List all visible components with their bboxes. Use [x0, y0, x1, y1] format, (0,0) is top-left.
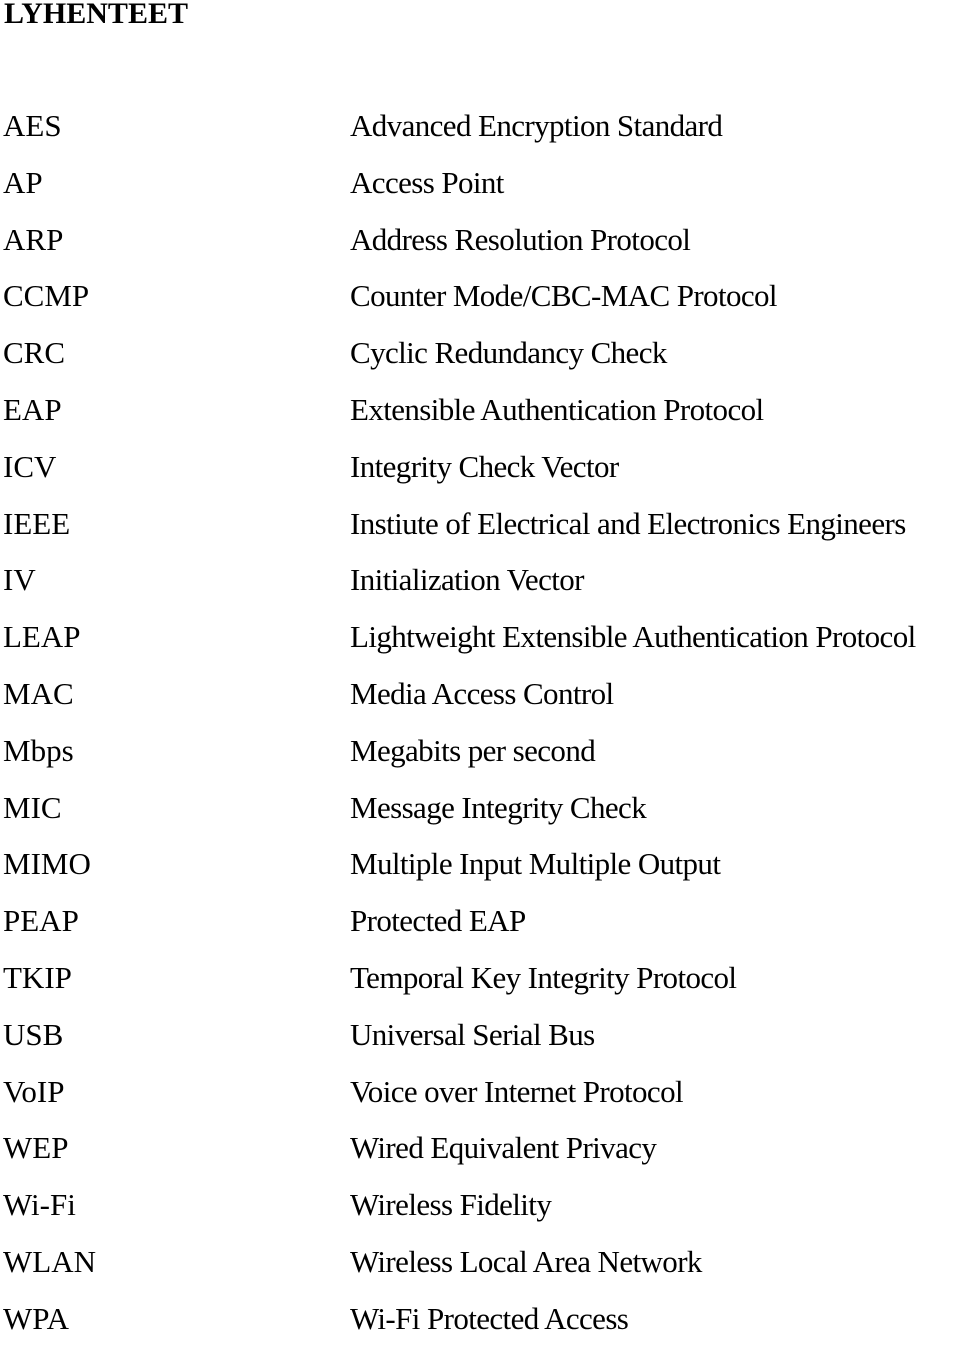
definition: Lightweight Extensible Authentication Pr…	[350, 619, 916, 655]
list-item: CCMP Counter Mode/CBC-MAC Protocol	[0, 276, 960, 333]
definition: Instiute of Electrical and Electronics E…	[350, 505, 906, 541]
list-item: ARP Address Resolution Protocol	[0, 220, 960, 277]
list-item: PEAP Protected EAP	[0, 901, 960, 958]
list-item: MIC Message Integrity Check	[0, 788, 960, 845]
definition: Extensible Authentication Protocol	[350, 391, 764, 427]
list-item: WPA Wi-Fi Protected Access	[0, 1299, 960, 1356]
definition: Protected EAP	[350, 903, 526, 939]
definition: Address Resolution Protocol	[350, 221, 691, 257]
list-item: IEEE Instiute of Electrical and Electroni…	[0, 504, 960, 561]
definition: Wireless Local Area Network	[350, 1243, 702, 1279]
list-item: CRC Cyclic Redundancy Check	[0, 333, 960, 390]
list-item: TKIP Temporal Key Integrity Protocol	[0, 958, 960, 1015]
list-item: IV Initialization Vector	[0, 560, 960, 617]
abbreviation: LEAP	[3, 619, 81, 655]
abbreviation: IV	[3, 562, 36, 598]
abbreviation: WLAN	[3, 1243, 96, 1279]
page-title: LYHENTEET	[4, 0, 188, 30]
list-item: ICV Integrity Check Vector	[0, 447, 960, 504]
definition: Multiple Input Multiple Output	[350, 846, 721, 882]
definition: Wired Equivalent Privacy	[350, 1130, 657, 1166]
definition: Access Point	[350, 164, 504, 200]
definition: Wireless Fidelity	[350, 1187, 552, 1223]
abbreviation: Wi-Fi	[3, 1187, 76, 1223]
abbreviation: MIMO	[3, 846, 91, 882]
list-item: VoIP Voice over Internet Protocol	[0, 1072, 960, 1129]
list-item: AP Access Point	[0, 163, 960, 220]
definition: Megabits per second	[350, 732, 596, 768]
abbreviation: TKIP	[3, 959, 72, 995]
list-item: MAC Media Access Control	[0, 674, 960, 731]
abbreviation: WEP	[3, 1130, 69, 1166]
list-item: LEAP Lightweight Extensible Authenticatio…	[0, 617, 960, 674]
definition: Message Integrity Check	[350, 789, 647, 825]
abbreviation: ARP	[3, 221, 64, 257]
list-item: WEP Wired Equivalent Privacy	[0, 1128, 960, 1185]
definition: Cyclic Redundancy Check	[350, 335, 667, 371]
list-item: EAP Extensible Authentication Protocol	[0, 390, 960, 447]
definition: Initialization Vector	[350, 562, 584, 598]
list-item: WLAN Wireless Local Area Network	[0, 1242, 960, 1299]
abbreviation: MIC	[3, 789, 62, 825]
list-item: Mbps Megabits per second	[0, 731, 960, 788]
abbreviation: EAP	[3, 391, 62, 427]
list-item: MIMO Multiple Input Multiple Output	[0, 844, 960, 901]
abbreviation: MAC	[3, 675, 74, 711]
list-item: AES Advanced Encryption Standard	[0, 106, 960, 163]
abbreviation: PEAP	[3, 903, 79, 939]
definition: Counter Mode/CBC-MAC Protocol	[350, 278, 778, 314]
definition: Media Access Control	[350, 675, 614, 711]
list-item: USB Universal Serial Bus	[0, 1015, 960, 1072]
definition: Temporal Key Integrity Protocol	[350, 959, 737, 995]
abbreviation: USB	[3, 1016, 64, 1052]
abbreviation: CRC	[3, 335, 66, 371]
list-item: Wi-Fi Wireless Fidelity	[0, 1185, 960, 1242]
abbreviation: AES	[3, 108, 62, 143]
abbreviation: CCMP	[3, 278, 90, 314]
definition: Advanced Encryption Standard	[350, 108, 723, 143]
abbreviation: Mbps	[3, 732, 74, 768]
abbreviation-list: AES Advanced Encryption Standard AP Access…	[0, 106, 960, 1356]
abbreviation: ICV	[3, 448, 57, 484]
definition: Universal Serial Bus	[350, 1016, 595, 1052]
abbreviation: VoIP	[3, 1073, 65, 1109]
abbreviation: IEEE	[3, 505, 71, 541]
definition: Integrity Check Vector	[350, 448, 619, 484]
abbreviation: AP	[3, 164, 43, 200]
definition: Voice over Internet Protocol	[350, 1073, 684, 1109]
